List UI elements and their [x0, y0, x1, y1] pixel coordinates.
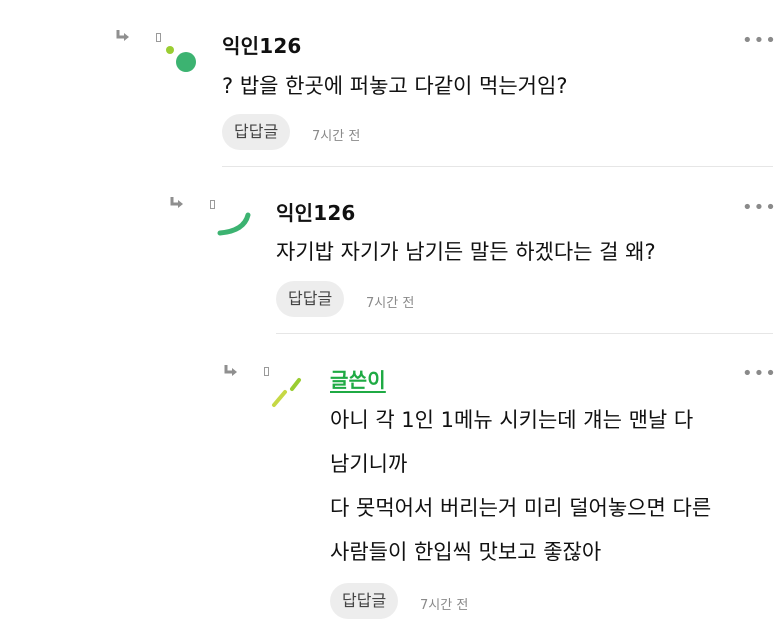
avatar	[272, 378, 301, 407]
comment-3: 글쓴이 ••• 아니 각 1인 1메뉴 시키는데 걔는 맨날 다 남기니까 다 …	[0, 0, 777, 623]
more-options-icon[interactable]: •••	[742, 365, 777, 383]
comment-text: 아니 각 1인 1메뉴 시키는데 걔는 맨날 다 남기니까 다 못먹어서 버리는…	[330, 398, 711, 574]
comment-line: 남기니까	[330, 452, 408, 476]
comment-line: 사람들이 한입씩 맛보고 좋잖아	[330, 540, 602, 564]
author-name-writer[interactable]: 글쓴이	[330, 364, 386, 393]
reply-button[interactable]: 답답글	[330, 583, 399, 619]
timestamp: 7시간 전	[420, 598, 469, 613]
comment-line: 다 못먹어서 버리는거 미리 덜어놓으면 다른	[330, 496, 712, 520]
reply-arrow-icon	[224, 365, 237, 376]
comment-line: 아니 각 1인 1메뉴 시키는데 걔는 맨날 다	[330, 408, 694, 432]
